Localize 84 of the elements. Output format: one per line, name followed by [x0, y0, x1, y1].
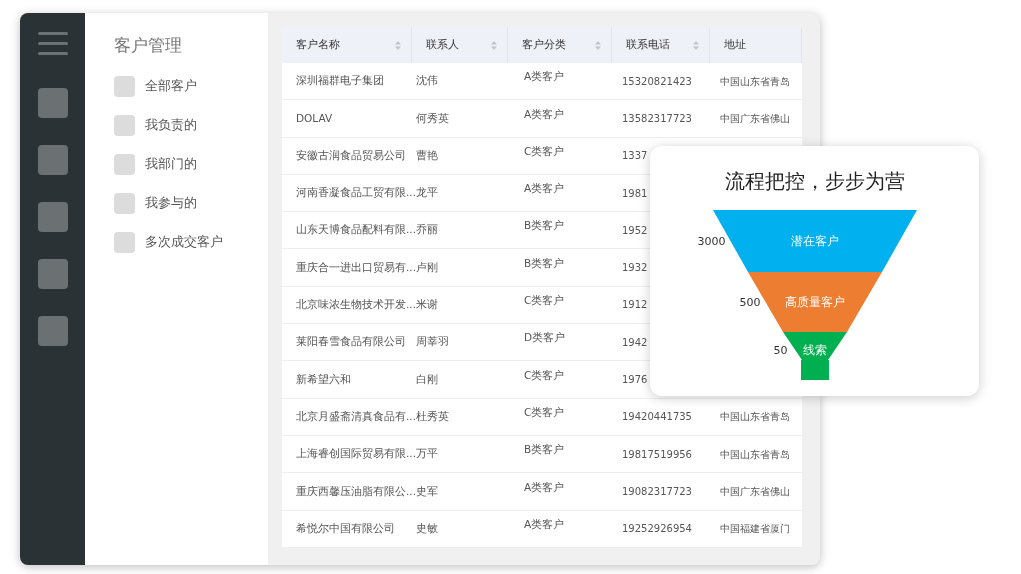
table-cell-text: 1952 — [621, 223, 648, 238]
table-cell-text: A类客户 — [523, 181, 565, 197]
table-cell-text: C类客户 — [523, 367, 565, 383]
table-cell-text: 深圳福群电子集团 — [295, 73, 384, 89]
filter-option[interactable]: 多次成交客户 — [145, 232, 223, 252]
checkbox[interactable] — [114, 114, 135, 136]
table-cell-text: 北京味浓生物技术开发... — [295, 297, 416, 313]
table-cell-text: 19252926954 — [621, 522, 692, 537]
nav-icon[interactable] — [37, 145, 68, 175]
checkbox[interactable] — [114, 231, 135, 253]
table-cell-text: 中国广东省佛山 — [719, 484, 790, 499]
card-title: 流程把控，步步为营 — [724, 168, 905, 195]
checkbox[interactable] — [114, 192, 135, 214]
stage-value: 500 — [739, 296, 760, 309]
table-cell-text: 周莘羽 — [415, 334, 449, 350]
column-header[interactable]: 客户名称 — [282, 27, 412, 63]
table-cell-text: C类客户 — [523, 404, 565, 420]
table-cell-text: 希悦尔中国有限公司 — [295, 520, 395, 536]
table-cell-text: C类客户 — [523, 143, 565, 159]
table-cell-text: 中国山东省青岛 — [719, 447, 790, 462]
table-cell-text: DOLAV — [295, 110, 333, 126]
table-cell-text: 重庆合一进出口贸易有... — [295, 259, 416, 275]
sort-icon[interactable] — [595, 40, 601, 50]
table-cell-text: 重庆西馨压油脂有限公... — [295, 483, 416, 499]
column-header[interactable]: 地址 — [710, 27, 802, 63]
table-cell-text: 新希望六和 — [295, 371, 351, 387]
table-cell-text: 1912 — [621, 298, 648, 313]
table-cell-text: 1337 — [621, 149, 648, 164]
table-cell-text: 白刚 — [415, 371, 438, 387]
table-cell-text: A类客户 — [523, 516, 565, 532]
menu-icon[interactable] — [37, 32, 68, 56]
table-cell-text: 山东天博食品配料有限... — [295, 222, 416, 238]
nav-icon[interactable] — [37, 88, 68, 118]
table-cell-text: 19817519956 — [621, 447, 692, 462]
checkbox[interactable] — [114, 153, 135, 175]
sort-icon[interactable] — [491, 40, 497, 50]
table-cell-text: 1976 — [621, 373, 648, 387]
table-cell-text: D类客户 — [523, 330, 566, 346]
table-cell-text: 1942 — [621, 335, 648, 350]
table-cell-text: 中国山东省青岛 — [719, 410, 790, 425]
table-cell-text: 莱阳春雪食品有限公司 — [295, 334, 406, 350]
stage-label: 潜在客户 — [790, 234, 839, 248]
column-header[interactable]: 联系电话 — [612, 27, 710, 63]
nav-icon[interactable] — [37, 316, 68, 346]
table-cell-text: 中国山东省青岛 — [719, 74, 790, 89]
table-cell-text: 河南香凝食品工贸有限... — [295, 185, 416, 201]
table-cell-text: 1932 — [621, 261, 648, 276]
stage-value: 50 — [773, 344, 787, 357]
table-cell-text: 15320821423 — [621, 74, 692, 89]
table-cell-text: 何秀英 — [415, 110, 449, 126]
table-cell-text: C类客户 — [523, 293, 565, 309]
nav-icon[interactable] — [37, 202, 68, 232]
table-cell-text: 13582317723 — [621, 111, 692, 126]
table-cell-text: 中国广东省佛山 — [719, 111, 790, 126]
filter-option[interactable]: 我参与的 — [145, 193, 197, 213]
table-cell-text: B类客户 — [523, 218, 565, 234]
table-cell-text: 中国福建省厦门 — [719, 522, 790, 537]
sort-icon[interactable] — [693, 40, 699, 50]
table-cell-text: 19420441735 — [621, 410, 692, 425]
column-header[interactable]: 客户分类 — [508, 27, 612, 63]
column-header[interactable]: 联系人 — [412, 27, 508, 63]
panel-title: 客户管理 — [114, 34, 183, 57]
stage-label: 线索 — [802, 343, 827, 357]
table-cell-text: B类客户 — [523, 442, 565, 458]
table-cell-text: 安徽古润食品贸易公司 — [295, 147, 406, 163]
filter-option[interactable]: 我负责的 — [145, 115, 197, 135]
table-cell-text: 北京月盛斋清真食品有... — [295, 408, 416, 424]
sort-icon[interactable] — [395, 40, 401, 50]
table-cell-text: 上海睿创国际贸易有限... — [295, 446, 416, 462]
filter-option[interactable]: 全部客户 — [145, 76, 197, 96]
table-cell-text: 1981 — [621, 186, 648, 201]
table-cell-text: 19082317723 — [621, 484, 692, 499]
stage-value: 3000 — [697, 235, 725, 248]
filter-option[interactable]: 我部门的 — [145, 154, 197, 174]
table-cell-text: A类客户 — [523, 106, 565, 122]
table-cell-text: 沈伟 — [415, 73, 438, 89]
table-cell-text: A类客户 — [523, 479, 565, 495]
checkbox[interactable] — [114, 75, 135, 97]
stage-label: 高质量客户 — [784, 295, 845, 309]
table-cell-text: A类客户 — [523, 69, 565, 85]
table-cell-text: 曹艳 — [415, 147, 438, 163]
nav-icon[interactable] — [37, 259, 68, 289]
table-cell-text: 史敏 — [415, 520, 438, 536]
table-cell-text: B类客户 — [523, 255, 565, 271]
